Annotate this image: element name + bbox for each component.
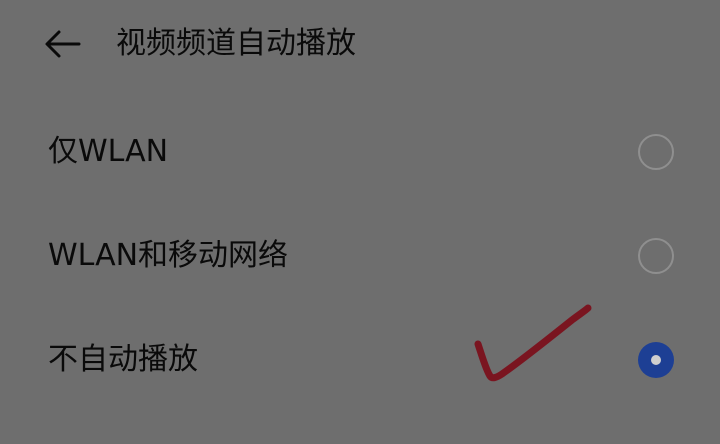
app-bar: 视频频道自动播放 (0, 0, 720, 88)
radio-dot (651, 355, 661, 365)
back-button[interactable] (38, 22, 88, 66)
option-label: WLAN和移动网络 (48, 238, 289, 273)
option-wlan-only[interactable]: 仅WLAN (0, 104, 720, 200)
page-title: 视频频道自动播放 (116, 26, 356, 61)
option-wlan-and-mobile[interactable]: WLAN和移动网络 (0, 208, 720, 304)
radio-button-unchecked[interactable] (638, 238, 674, 274)
handwritten-checkmark-icon (474, 304, 592, 382)
option-label: 仅WLAN (48, 134, 169, 169)
radio-button-checked[interactable] (638, 342, 674, 378)
arrow-left-icon (45, 30, 81, 58)
radio-button-unchecked[interactable] (638, 134, 674, 170)
option-no-autoplay[interactable]: 不自动播放 (0, 312, 720, 408)
option-label: 不自动播放 (48, 342, 198, 377)
